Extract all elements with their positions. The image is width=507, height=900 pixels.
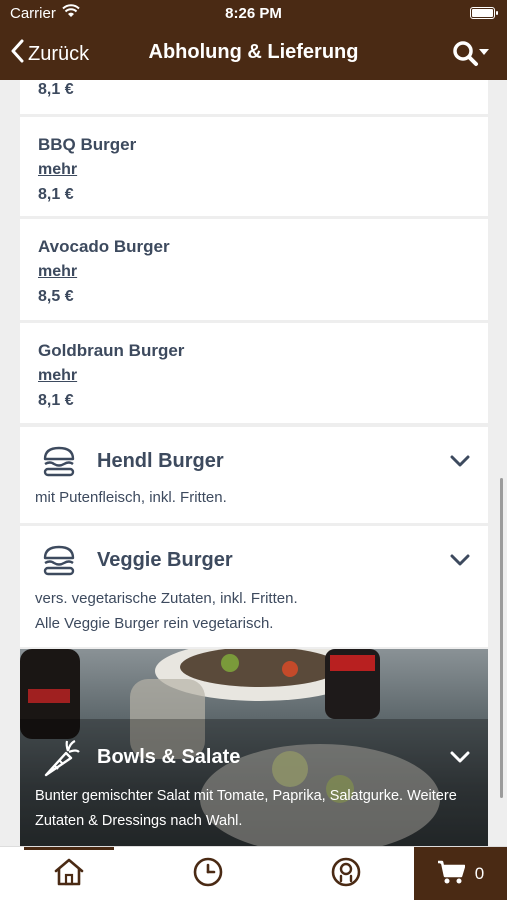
page-title: Abholung & Lieferung: [148, 41, 359, 63]
chevron-down-icon[interactable]: [450, 553, 470, 567]
item-price: 8,1 €: [38, 392, 74, 409]
chevron-down-icon[interactable]: [450, 750, 470, 764]
cart-icon: [437, 859, 466, 890]
search-icon: [451, 39, 491, 72]
tab-bar: 0: [0, 846, 507, 900]
list-item[interactable]: Goldbraun Burger mehr 8,1 €: [20, 323, 488, 423]
description-line: mit Putenfleisch, inkl. Fritten.: [35, 489, 227, 506]
category-description: mit Putenfleisch, inkl. Fritten.: [35, 485, 473, 510]
nav-bar: Zurück Abholung & Lieferung: [0, 28, 507, 80]
item-name: Avocado Burger: [38, 237, 170, 256]
item-name: Goldbraun Burger: [38, 341, 185, 360]
category-description: vers. vegetarische Zutaten, inkl. Fritte…: [35, 586, 473, 636]
more-link[interactable]: mehr: [38, 367, 77, 385]
tab-home[interactable]: [24, 847, 114, 900]
home-icon: [53, 857, 85, 892]
cart-count: 0: [474, 864, 485, 883]
tab-profile[interactable]: [301, 847, 391, 900]
list-item[interactable]: 8,1 €: [20, 80, 488, 114]
category-title: Veggie Burger: [97, 549, 233, 571]
list-item[interactable]: BBQ Burger mehr 8,1 €: [20, 117, 488, 216]
more-link[interactable]: mehr: [38, 161, 77, 179]
description-line: Alle Veggie Burger rein vegetarisch.: [35, 615, 274, 632]
category-title: Bowls & Salate: [97, 746, 241, 768]
chevron-down-icon[interactable]: [450, 454, 470, 468]
category-bowls-salate[interactable]: Bowls & Salate Bunter gemischter Salat m…: [20, 649, 488, 846]
search-button[interactable]: [451, 40, 491, 70]
item-price: 8,1 €: [38, 81, 74, 98]
menu-list[interactable]: 8,1 € BBQ Burger mehr 8,1 € Avocado Burg…: [0, 80, 507, 846]
category-description: Bunter gemischter Salat mit Tomate, Papr…: [35, 784, 473, 834]
category-veggie-burger[interactable]: Veggie Burger vers. vegetarische Zutaten…: [20, 526, 488, 647]
list-item[interactable]: Avocado Burger mehr 8,5 €: [20, 219, 488, 320]
category-hendl-burger[interactable]: Hendl Burger mit Putenfleisch, inkl. Fri…: [20, 427, 488, 523]
description-line: Zutaten & Dressings nach Wahl.: [35, 813, 243, 829]
carrot-icon: [40, 739, 80, 777]
user-icon: [330, 856, 362, 893]
clock-icon: [192, 856, 224, 893]
description-line: vers. vegetarische Zutaten, inkl. Fritte…: [35, 590, 298, 607]
cart-button[interactable]: 0: [414, 847, 507, 900]
tab-orders[interactable]: [163, 847, 253, 900]
status-bar: Carrier 8:26 PM: [0, 0, 507, 28]
scrollbar[interactable]: [500, 478, 503, 798]
item-price: 8,1 €: [38, 186, 74, 203]
more-link[interactable]: mehr: [38, 263, 77, 281]
category-title: Hendl Burger: [97, 450, 224, 472]
item-price: 8,5 €: [38, 288, 74, 305]
status-time: 8:26 PM: [225, 5, 282, 22]
battery-icon: [470, 7, 498, 19]
item-name: BBQ Burger: [38, 135, 137, 154]
description-line: Bunter gemischter Salat mit Tomate, Papr…: [35, 788, 457, 804]
burger-icon: [42, 444, 76, 478]
burger-icon: [42, 543, 76, 577]
